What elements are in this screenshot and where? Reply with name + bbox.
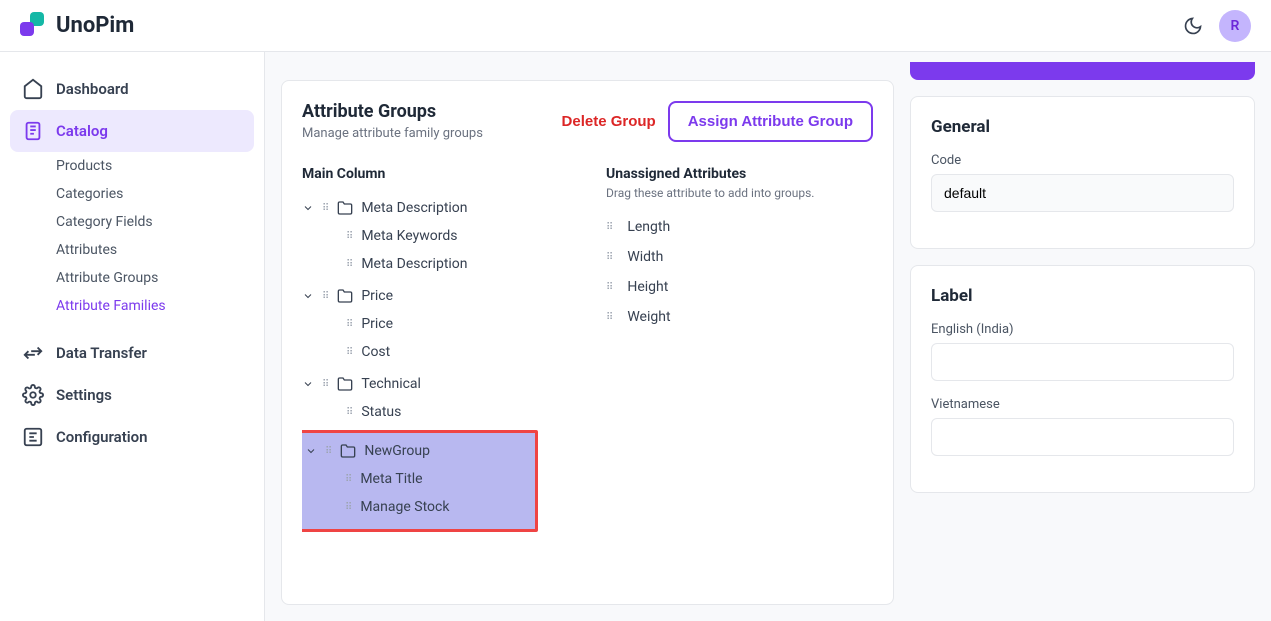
home-icon: [22, 78, 44, 100]
assign-attribute-group-button[interactable]: Assign Attribute Group: [668, 101, 873, 142]
label-card: Label English (India) Vietnamese: [910, 265, 1255, 493]
main-content: Attribute Groups Manage attribute family…: [265, 52, 1271, 621]
drag-handle-icon[interactable]: ⠿: [346, 319, 353, 330]
drag-handle-icon[interactable]: ⠿: [345, 502, 352, 513]
drag-handle-icon[interactable]: ⠿: [606, 282, 613, 293]
nav-dashboard[interactable]: Dashboard: [10, 68, 254, 110]
nav-catalog[interactable]: Catalog: [10, 110, 254, 152]
unassigned-item[interactable]: ⠿Weight: [606, 302, 873, 332]
subnav-categories[interactable]: Categories: [56, 180, 254, 208]
save-button-partial[interactable]: [910, 62, 1255, 80]
code-input[interactable]: [931, 174, 1234, 212]
chevron-down-icon: [302, 290, 314, 302]
panel-subtitle: Manage attribute family groups: [302, 126, 483, 141]
english-input[interactable]: [931, 343, 1234, 381]
tree-group-label: Price: [361, 288, 393, 304]
tree-group-header[interactable]: ⠿ Price: [302, 282, 574, 310]
chevron-down-icon: [302, 378, 314, 390]
label-title: Label: [931, 286, 1234, 306]
panel-title: Attribute Groups: [302, 101, 483, 122]
tree-group: ⠿ Price ⠿Price ⠿Cost: [302, 282, 574, 366]
drag-handle-icon[interactable]: ⠿: [606, 252, 613, 263]
nav-settings[interactable]: Settings: [10, 374, 254, 416]
sidebar: Dashboard Catalog Products Categories Ca…: [0, 52, 265, 621]
tree-group-header[interactable]: ⠿ Technical: [302, 370, 574, 398]
english-label: English (India): [931, 322, 1234, 337]
right-panel: General Code Label English (India) Vietn…: [910, 62, 1255, 605]
tree-item[interactable]: ⠿Cost: [302, 338, 574, 366]
chevron-down-icon: [305, 445, 317, 457]
subnav-attribute-groups[interactable]: Attribute Groups: [56, 264, 254, 292]
tree-item[interactable]: ⠿Meta Keywords: [302, 222, 574, 250]
drag-handle-icon[interactable]: ⠿: [606, 222, 613, 233]
drag-handle-icon[interactable]: ⠿: [346, 407, 353, 418]
vietnamese-input[interactable]: [931, 418, 1234, 456]
topbar: UnoPim R: [0, 0, 1271, 52]
tree-item[interactable]: ⠿Meta Title: [302, 465, 535, 493]
folder-icon: [337, 376, 353, 392]
vietnamese-label: Vietnamese: [931, 397, 1234, 412]
nav-data-transfer[interactable]: Data Transfer: [10, 332, 254, 374]
tree-group: ⠿ NewGroup ⠿Meta Title ⠿Manage Stock: [302, 437, 535, 521]
sliders-icon: [22, 426, 44, 448]
tree-group-label: Meta Description: [361, 200, 467, 216]
subnav-attribute-families[interactable]: Attribute Families: [56, 292, 254, 320]
unassigned-item[interactable]: ⠿Height: [606, 272, 873, 302]
attribute-groups-panel: Attribute Groups Manage attribute family…: [281, 80, 894, 605]
tree-group: ⠿ Meta Description ⠿Meta Keywords ⠿Meta …: [302, 194, 574, 278]
unassigned-title: Unassigned Attributes: [606, 166, 873, 182]
logo-text: UnoPim: [56, 13, 134, 38]
tree-item[interactable]: ⠿Status: [302, 398, 574, 426]
tree-group-header[interactable]: ⠿ Meta Description: [302, 194, 574, 222]
tree-item[interactable]: ⠿Price: [302, 310, 574, 338]
transfer-icon: [22, 342, 44, 364]
drag-handle-icon[interactable]: ⠿: [322, 379, 329, 390]
tree-group-header[interactable]: ⠿ NewGroup: [302, 437, 535, 465]
drag-handle-icon[interactable]: ⠿: [346, 231, 353, 242]
folder-icon: [337, 200, 353, 216]
clipboard-icon: [22, 120, 44, 142]
drag-handle-icon[interactable]: ⠿: [322, 291, 329, 302]
gear-icon: [22, 384, 44, 406]
general-card: General Code: [910, 96, 1255, 249]
drag-handle-icon[interactable]: ⠿: [346, 259, 353, 270]
code-label: Code: [931, 153, 1234, 168]
tree-item[interactable]: ⠿Meta Description: [302, 250, 574, 278]
logo[interactable]: UnoPim: [20, 12, 134, 40]
highlighted-group: ⠿ NewGroup ⠿Meta Title ⠿Manage Stock: [302, 430, 538, 532]
drag-handle-icon[interactable]: ⠿: [345, 474, 352, 485]
chevron-down-icon: [302, 202, 314, 214]
drag-handle-icon[interactable]: ⠿: [606, 312, 613, 323]
subnav-category-fields[interactable]: Category Fields: [56, 208, 254, 236]
general-title: General: [931, 117, 1234, 137]
tree-group: ⠿ Technical ⠿Status: [302, 370, 574, 426]
folder-icon: [340, 443, 356, 459]
unassigned-subtitle: Drag these attribute to add into groups.: [606, 186, 873, 200]
main-column: Main Column ⠿ Meta Description ⠿Meta Key…: [302, 166, 582, 584]
avatar[interactable]: R: [1219, 10, 1251, 42]
unassigned-item[interactable]: ⠿Length: [606, 212, 873, 242]
subnav-products[interactable]: Products: [56, 152, 254, 180]
delete-group-button[interactable]: Delete Group: [562, 113, 656, 130]
unassigned-item[interactable]: ⠿Width: [606, 242, 873, 272]
subnav-attributes[interactable]: Attributes: [56, 236, 254, 264]
logo-mark: [20, 12, 48, 40]
tree-group-label: Technical: [361, 376, 421, 392]
nav-configuration[interactable]: Configuration: [10, 416, 254, 458]
main-column-title: Main Column: [302, 166, 582, 182]
drag-handle-icon[interactable]: ⠿: [325, 446, 332, 457]
dark-mode-icon[interactable]: [1183, 16, 1203, 36]
drag-handle-icon[interactable]: ⠿: [322, 203, 329, 214]
catalog-subnav: Products Categories Category Fields Attr…: [10, 152, 254, 320]
tree-scroll[interactable]: ⠿ Meta Description ⠿Meta Keywords ⠿Meta …: [302, 194, 582, 584]
tree-group-label: NewGroup: [364, 443, 430, 459]
unassigned-column: Unassigned Attributes Drag these attribu…: [606, 166, 873, 584]
tree-item[interactable]: ⠿Manage Stock: [302, 493, 535, 521]
drag-handle-icon[interactable]: ⠿: [346, 347, 353, 358]
folder-icon: [337, 288, 353, 304]
